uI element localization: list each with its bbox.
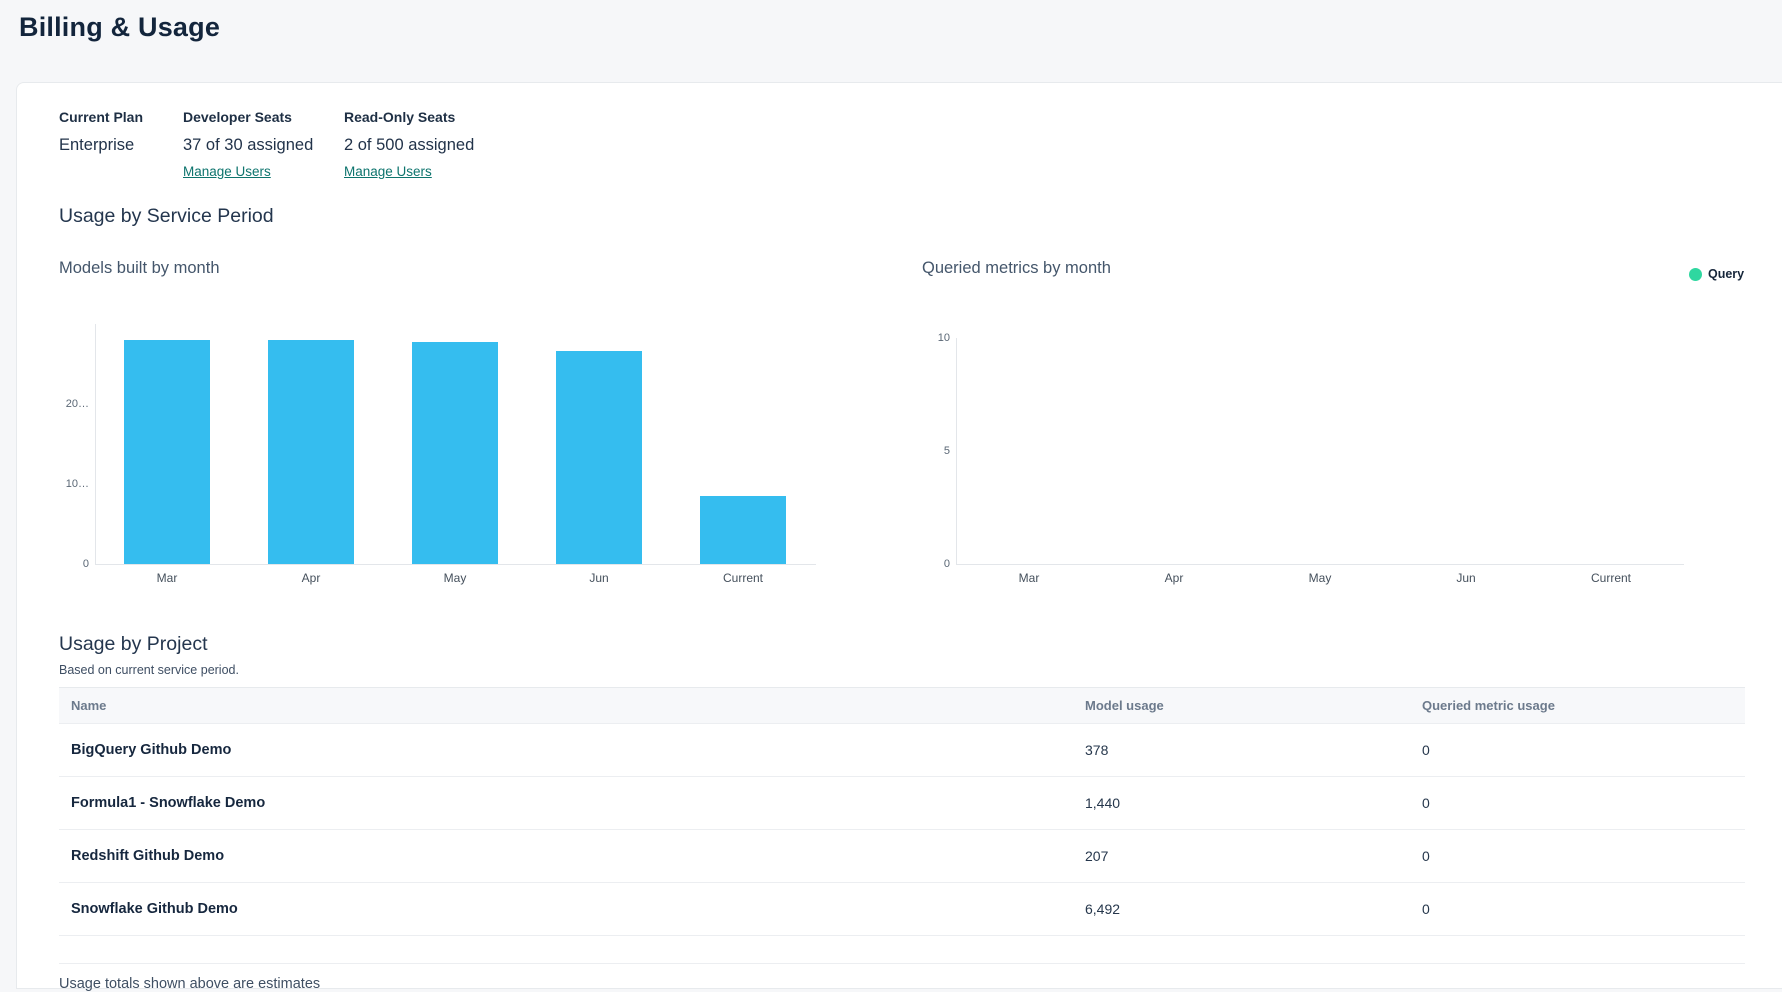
x-tick-label: Apr [256,571,366,585]
bar-apr [268,340,354,564]
y-tick-label: 0 [45,558,89,570]
table-row: Snowflake Github Demo 6,492 0 [59,883,1745,936]
manage-users-link-readonly[interactable]: Manage Users [344,164,432,179]
usage-by-project-table: Name Model usage Queried metric usage Bi… [59,687,1745,964]
x-tick-label: Mar [974,571,1084,585]
column-header-name: Name [59,698,1073,713]
table-header-row: Name Model usage Queried metric usage [59,687,1745,724]
models-chart-title: Models built by month [59,259,220,278]
table-row: BigQuery Github Demo 378 0 [59,724,1745,777]
model-usage-cell: 378 [1073,742,1410,758]
table-empty-row [59,936,1745,964]
bar-may [412,342,498,564]
x-axis-line [956,564,1684,565]
readonly-seats-block: Read-Only Seats 2 of 500 assigned Manage… [344,109,474,181]
model-usage-cell: 207 [1073,848,1410,864]
model-usage-cell: 1,440 [1073,795,1410,811]
y-axis-line [95,324,96,564]
x-tick-label: Jun [1411,571,1521,585]
readonly-seats-value: 2 of 500 assigned [344,136,474,155]
query-legend-label: Query [1708,267,1744,281]
usage-table-body: BigQuery Github Demo 378 0 Formula1 - Sn… [59,724,1745,936]
x-tick-label: Mar [112,571,222,585]
developer-seats-label: Developer Seats [183,109,313,125]
queried-usage-cell: 0 [1410,848,1745,864]
project-subtitle: Based on current service period. [59,663,239,677]
queried-chart-title: Queried metrics by month [922,259,1111,278]
y-tick-label: 0 [906,558,950,570]
bar-mar [124,340,210,564]
x-tick-label: Apr [1119,571,1229,585]
queried-usage-cell: 0 [1410,901,1745,917]
x-axis-line [95,564,816,565]
current-plan-label: Current Plan [59,109,143,125]
queried-usage-cell: 0 [1410,795,1745,811]
x-tick-label: Current [1556,571,1666,585]
billing-card: Current Plan Enterprise Developer Seats … [16,82,1782,989]
y-tick-label: 10… [45,478,89,490]
x-tick-label: Current [688,571,798,585]
bar-current [700,496,786,564]
developer-seats-block: Developer Seats 37 of 30 assigned Manage… [183,109,313,181]
model-usage-cell: 6,492 [1073,901,1410,917]
bar-jun [556,351,642,564]
column-header-model-usage: Model usage [1073,698,1410,713]
table-row: Redshift Github Demo 207 0 [59,830,1745,883]
x-tick-label: May [400,571,510,585]
page-title: Billing & Usage [19,12,220,43]
project-name-cell: BigQuery Github Demo [59,742,1073,758]
y-axis-line [956,338,957,564]
usage-estimates-note: Usage totals shown above are estimates [59,976,320,992]
y-tick-label: 10 [906,332,950,344]
service-period-heading: Usage by Service Period [59,205,274,228]
current-plan-block: Current Plan Enterprise [59,109,143,155]
developer-seats-value: 37 of 30 assigned [183,136,313,155]
column-header-queried-usage: Queried metric usage [1410,698,1745,713]
queried-usage-cell: 0 [1410,742,1745,758]
project-name-cell: Redshift Github Demo [59,848,1073,864]
y-tick-label: 5 [906,445,950,457]
manage-users-link-developer[interactable]: Manage Users [183,164,271,179]
table-row: Formula1 - Snowflake Demo 1,440 0 [59,777,1745,830]
x-tick-label: May [1265,571,1375,585]
query-legend: Query [1689,267,1744,281]
query-legend-dot-icon [1689,268,1702,281]
project-heading: Usage by Project [59,633,208,656]
readonly-seats-label: Read-Only Seats [344,109,474,125]
y-tick-label: 20… [45,398,89,410]
project-name-cell: Snowflake Github Demo [59,901,1073,917]
current-plan-value: Enterprise [59,136,143,155]
project-name-cell: Formula1 - Snowflake Demo [59,795,1073,811]
x-tick-label: Jun [544,571,654,585]
